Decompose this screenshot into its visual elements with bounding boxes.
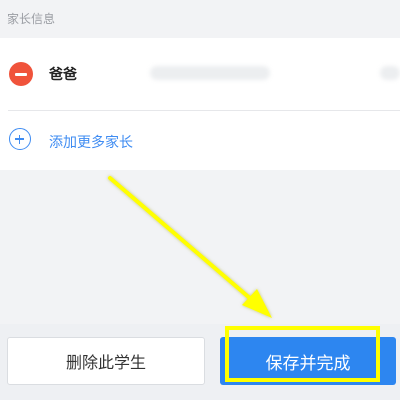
add-circle-icon[interactable] xyxy=(9,128,31,150)
add-parent-label[interactable]: 添加更多家长 xyxy=(49,132,133,152)
arrow-shape xyxy=(108,176,272,318)
parent-row: 爸爸 xyxy=(0,38,400,110)
remove-parent-icon[interactable] xyxy=(9,62,33,86)
parent-info-card: 爸爸 添加更多家长 xyxy=(0,38,400,170)
blurred-parent-info xyxy=(150,66,270,80)
parent-relation-label: 爸爸 xyxy=(49,67,77,83)
delete-student-button[interactable]: 删除此学生 xyxy=(7,337,205,385)
section-header: 家长信息 xyxy=(0,0,400,38)
section-title: 家长信息 xyxy=(7,12,56,26)
add-parent-row[interactable]: 添加更多家长 xyxy=(0,110,400,170)
highlight-box xyxy=(225,326,380,382)
blurred-parent-info-extra xyxy=(380,66,400,80)
